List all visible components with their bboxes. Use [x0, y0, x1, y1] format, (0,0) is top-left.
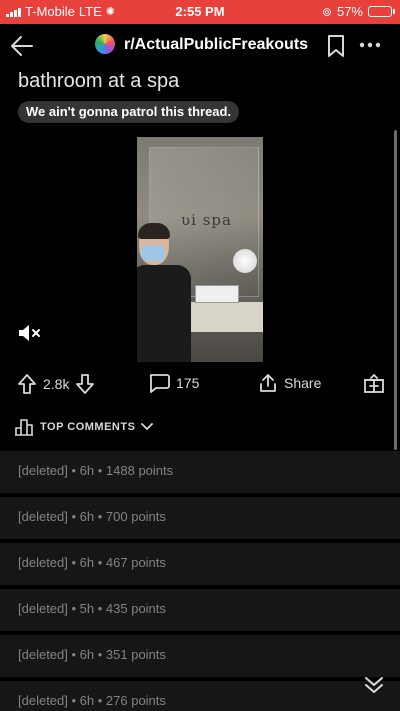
subreddit-avatar[interactable]: [93, 32, 117, 56]
comment-points: 1488 points: [105, 463, 174, 478]
comment-age: 6h: [79, 555, 95, 570]
comment-points: 351 points: [105, 647, 166, 662]
vote-count: 2.8k: [43, 376, 70, 392]
comment-count: 175: [176, 375, 200, 391]
arrow-left-icon[interactable]: [8, 32, 36, 60]
comment-row[interactable]: [deleted] • 6h • 276 points: [0, 681, 400, 711]
battery-icon: [368, 6, 395, 17]
comment-sort-button[interactable]: TOP COMMENTS: [14, 417, 154, 437]
person: [137, 223, 191, 362]
share-label: Share: [284, 375, 322, 391]
comment-row[interactable]: [deleted] • 6h • 351 points: [0, 635, 400, 677]
comment-age: 6h: [79, 693, 95, 708]
sink: [195, 285, 239, 303]
comment-age: 6h: [79, 647, 95, 662]
comment-sort-label: TOP COMMENTS: [40, 421, 136, 433]
subreddit-name[interactable]: r/ActualPublicFreakouts: [124, 36, 308, 54]
comment-points: 700 points: [105, 509, 166, 524]
gift-award-icon[interactable]: [363, 372, 385, 394]
upvote-icon[interactable]: [17, 373, 37, 395]
orientation-lock-icon: ⊚: [321, 4, 332, 19]
scrollbar[interactable]: [394, 130, 397, 450]
comment-author[interactable]: [deleted]: [18, 463, 68, 478]
comment-row[interactable]: [deleted] • 6h • 1488 points: [0, 451, 400, 493]
comment-author[interactable]: [deleted]: [18, 647, 68, 662]
vote-group: 2.8k: [17, 373, 95, 395]
comment-age: 6h: [79, 509, 95, 524]
post-flair[interactable]: We ain't gonna patrol this thread.: [18, 101, 240, 123]
more-horizontal-icon[interactable]: [358, 34, 382, 56]
status-bar: T-Mobile LTE ✺ 2:55 PM ⊚ 57%: [0, 0, 400, 24]
post-title[interactable]: bathroom at a spa: [18, 70, 179, 93]
comment-row[interactable]: [deleted] • 5h • 435 points: [0, 589, 400, 631]
comment-age: 6h: [79, 463, 95, 478]
comment-author[interactable]: [deleted]: [18, 555, 68, 570]
comment-author[interactable]: [deleted]: [18, 693, 68, 708]
video-player[interactable]: ʋi spa: [0, 137, 400, 362]
chevron-down-icon: [141, 423, 154, 430]
podium-icon: [15, 419, 33, 436]
share-icon: [260, 374, 276, 392]
comment-age: 5h: [79, 601, 95, 616]
comment-points: 435 points: [105, 601, 166, 616]
post-actions: 2.8k 175 Share: [0, 366, 400, 402]
comment-row[interactable]: [deleted] • 6h • 467 points: [0, 543, 400, 585]
battery-label: 57%: [336, 4, 363, 19]
comment-points: 467 points: [105, 555, 166, 570]
comment-icon: [149, 374, 170, 393]
bookmark-icon[interactable]: [326, 34, 346, 58]
comments-button[interactable]: 175: [148, 373, 199, 393]
comment-author[interactable]: [deleted]: [18, 601, 68, 616]
share-button[interactable]: Share: [258, 373, 321, 393]
downvote-icon[interactable]: [75, 373, 95, 395]
comment-row[interactable]: [deleted] • 6h • 700 points: [0, 497, 400, 539]
video-frame: ʋi spa: [137, 137, 263, 362]
mute-icon[interactable]: [17, 322, 41, 344]
comment-author[interactable]: [deleted]: [18, 509, 68, 524]
comment-points: 276 points: [105, 693, 166, 708]
double-chevron-down-icon[interactable]: [362, 674, 386, 696]
flower: [233, 249, 257, 273]
